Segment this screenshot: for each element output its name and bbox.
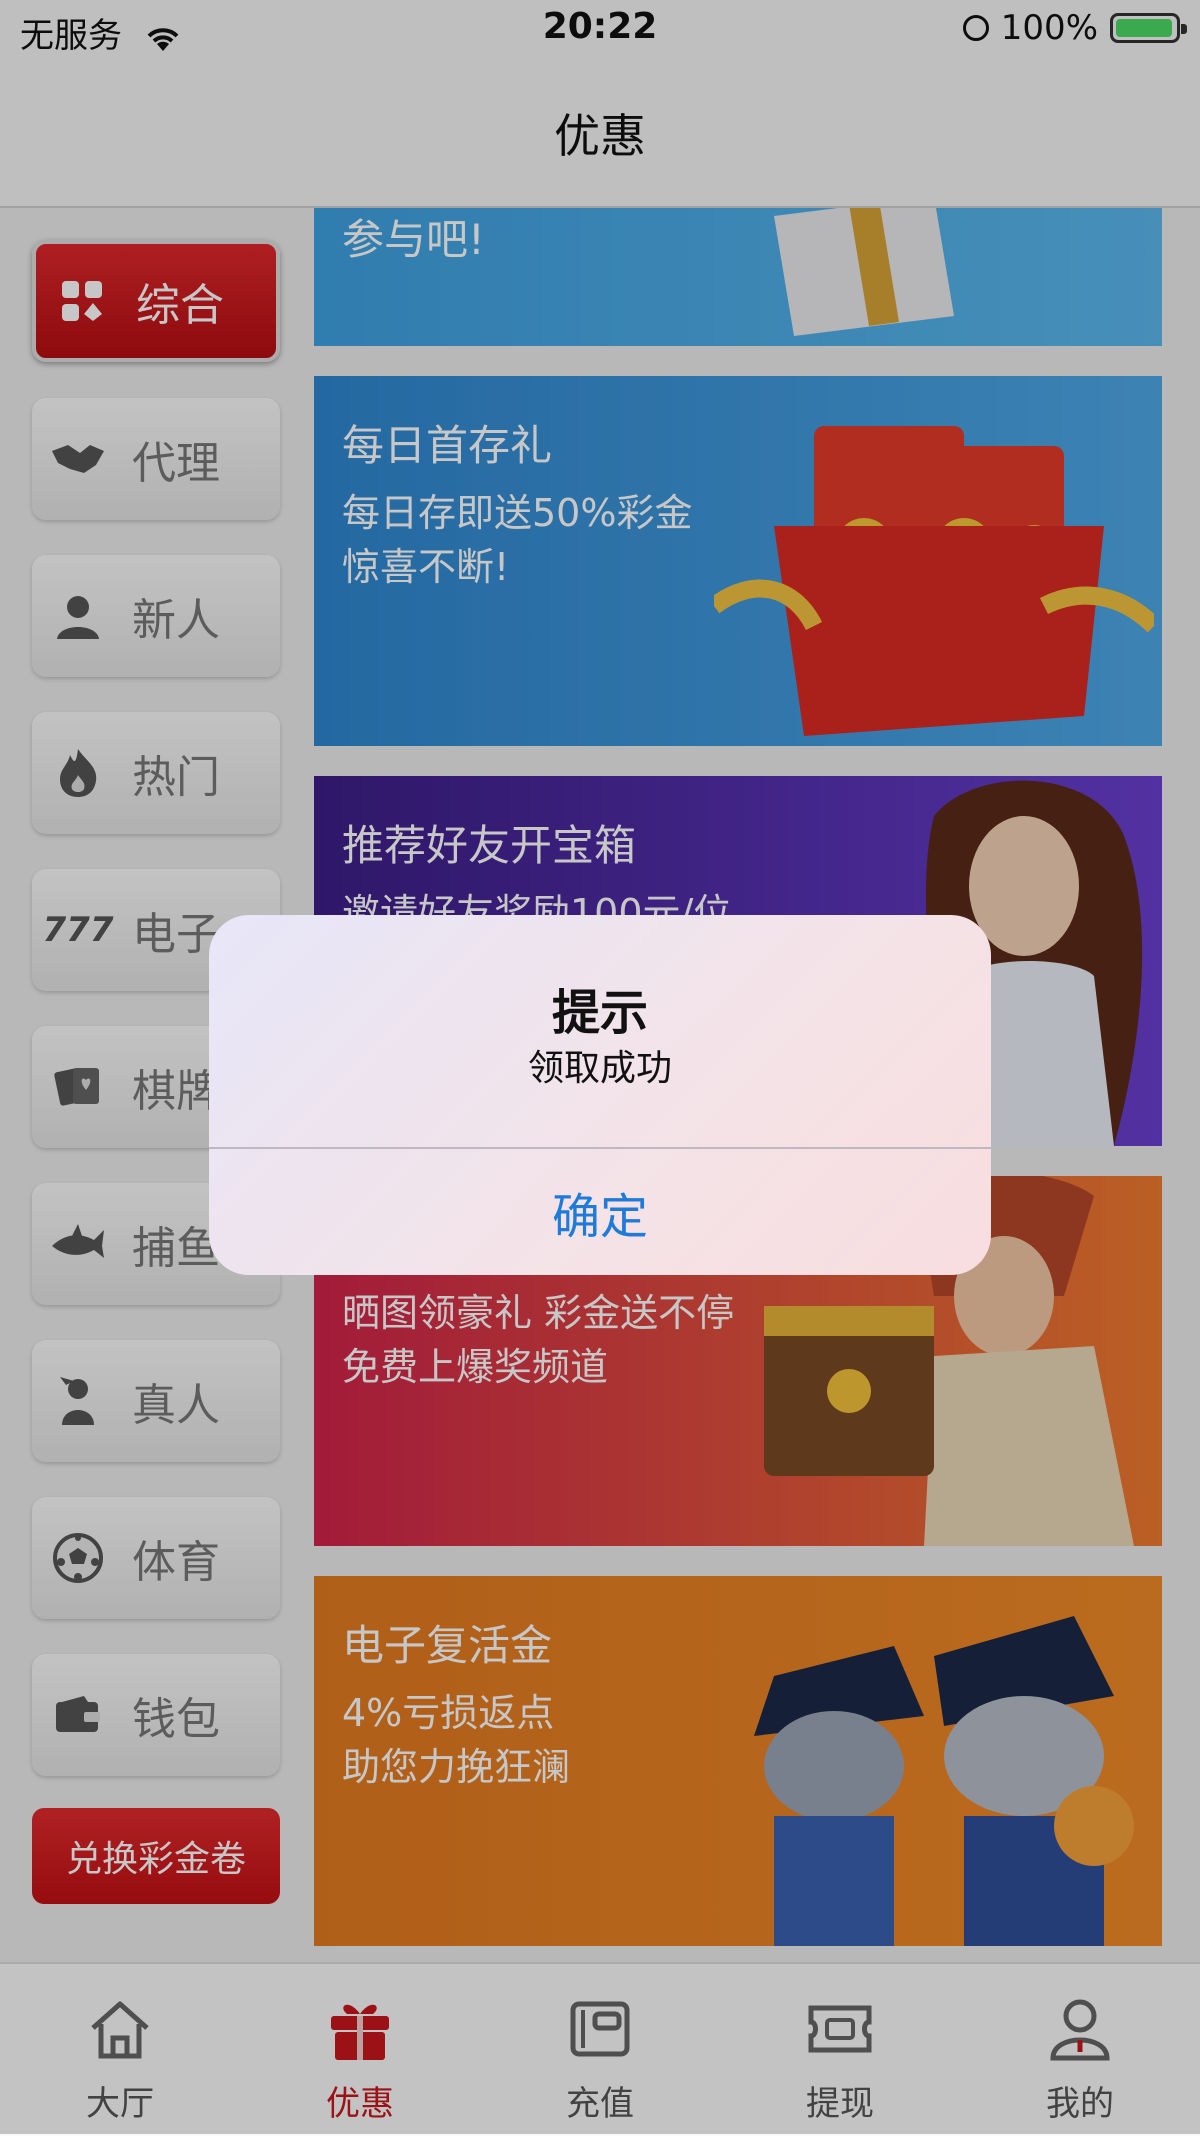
confirm-button[interactable]: 确定 — [209, 1149, 991, 1275]
alert-dialog: 提示 领取成功 确定 — [209, 915, 991, 1275]
dialog-title: 提示 — [551, 985, 648, 1041]
dialog-message: 领取成功 — [527, 1048, 672, 1089]
